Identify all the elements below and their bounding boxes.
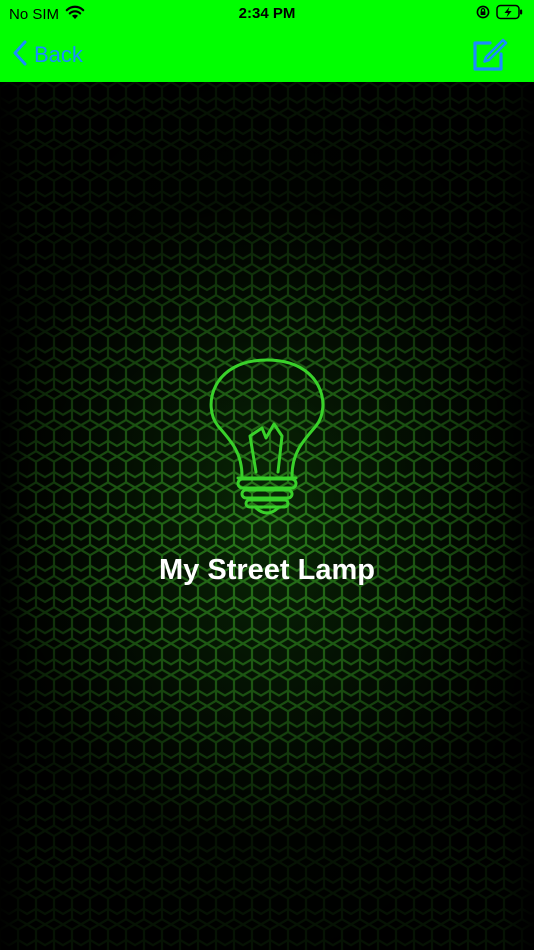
status-time: 2:34 PM xyxy=(238,5,296,22)
status-bar: No SIM 2:34 PM xyxy=(0,0,534,30)
battery-charging-icon xyxy=(496,4,524,25)
edit-button[interactable] xyxy=(468,36,508,76)
compose-icon xyxy=(468,38,508,80)
back-label: Back xyxy=(34,42,83,67)
device-name: My Street Lamp xyxy=(159,554,375,586)
status-right xyxy=(476,4,524,25)
navigation-bar: Back xyxy=(0,30,534,82)
light-bulb-icon[interactable] xyxy=(204,352,330,516)
orientation-lock-icon xyxy=(476,5,490,24)
back-button[interactable]: Back xyxy=(12,40,83,70)
chevron-left-icon xyxy=(12,40,28,71)
